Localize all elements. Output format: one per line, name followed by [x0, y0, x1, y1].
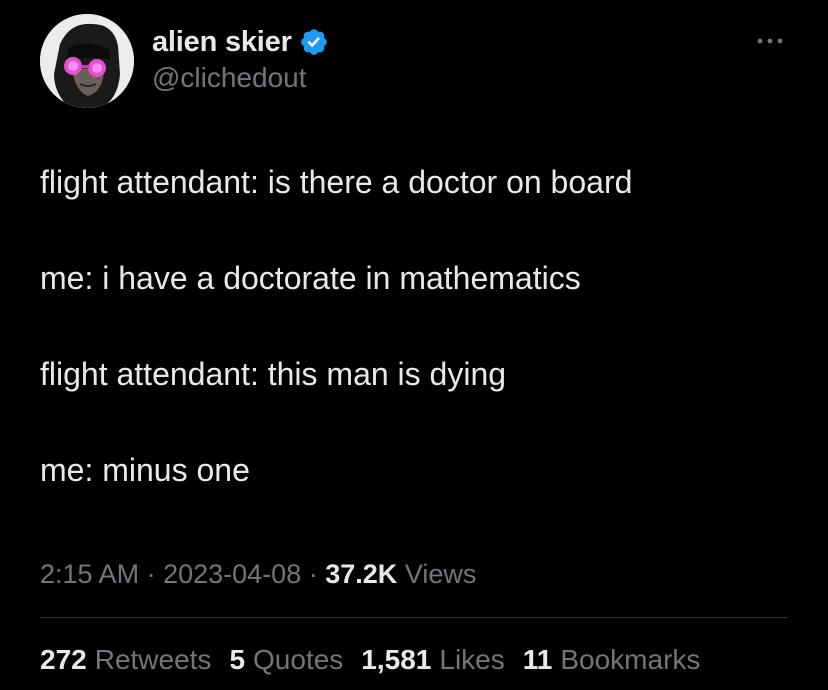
- author-handle[interactable]: @clichedout: [152, 62, 307, 94]
- author-name-row: alien skier: [152, 24, 329, 60]
- quotes-count: 5: [229, 644, 246, 675]
- views-count: 37.2K: [325, 559, 398, 589]
- tweet-time[interactable]: 2:15 AM: [40, 559, 139, 589]
- avatar[interactable]: [40, 14, 134, 108]
- verified-badge-icon: [299, 27, 329, 57]
- tweet-text: flight attendant: is there a doctor on b…: [40, 160, 800, 544]
- author-display-name[interactable]: alien skier: [152, 26, 292, 59]
- views-label: Views: [404, 559, 477, 589]
- tweet-date[interactable]: 2023-04-08: [163, 559, 301, 589]
- meta-separator: ·: [308, 559, 318, 589]
- tweet-line: me: minus one: [40, 452, 250, 488]
- tweet-line: flight attendant: is there a doctor on b…: [40, 164, 633, 200]
- bookmarks-label: Bookmarks: [560, 644, 701, 675]
- likes-label: Likes: [439, 644, 505, 675]
- more-horizontal-icon: [757, 38, 783, 44]
- retweets-count: 272: [40, 644, 87, 675]
- tweet-line: me: i have a doctorate in mathematics: [40, 260, 581, 296]
- more-options-button[interactable]: [752, 26, 788, 56]
- engagement-stats: 272 Retweets 5 Quotes 1,581 Likes 11 Bookmar…: [40, 640, 700, 680]
- quotes-label: Quotes: [253, 644, 344, 675]
- bookmarks-stat[interactable]: 11 Bookmarks: [523, 640, 701, 680]
- tweet-line: flight attendant: this man is dying: [40, 356, 507, 392]
- retweets-label: Retweets: [94, 644, 212, 675]
- quotes-stat[interactable]: 5 Quotes: [229, 640, 343, 680]
- tweet-metadata: 2:15 AM · 2023-04-08 · 37.2K Views: [40, 554, 476, 594]
- meta-separator: ·: [146, 559, 156, 589]
- likes-stat[interactable]: 1,581 Likes: [361, 640, 504, 680]
- likes-count: 1,581: [361, 644, 432, 675]
- retweets-stat[interactable]: 272 Retweets: [40, 640, 211, 680]
- divider: [40, 617, 788, 618]
- bookmarks-count: 11: [522, 644, 553, 675]
